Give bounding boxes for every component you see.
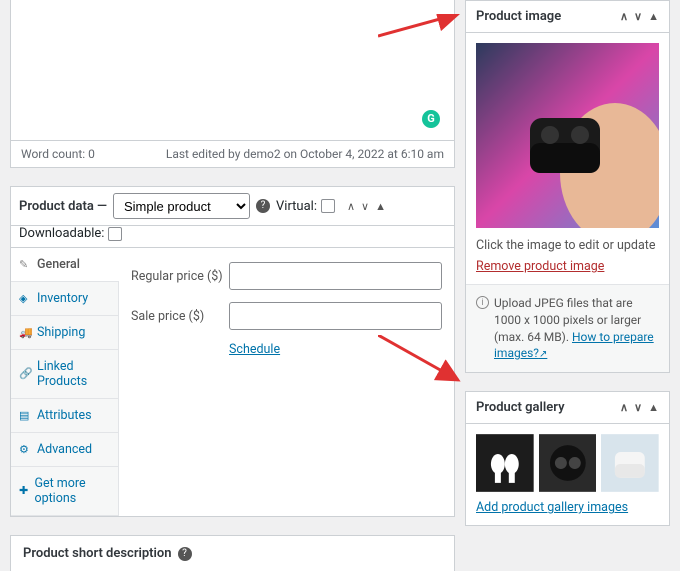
tab-general[interactable]: ✎General xyxy=(11,248,119,282)
toggle-panel-icon[interactable]: ▲ xyxy=(375,200,386,213)
tab-inventory[interactable]: ◈Inventory xyxy=(11,282,118,316)
product-image-preview[interactable] xyxy=(476,43,659,228)
description-editor[interactable]: G xyxy=(10,0,455,140)
wrench-icon: ✎ xyxy=(19,258,31,271)
inventory-icon: ◈ xyxy=(19,292,31,305)
sale-price-input[interactable] xyxy=(229,302,442,330)
toggle-panel-icon[interactable]: ▲ xyxy=(648,10,659,23)
word-count: Word count: 0 xyxy=(21,147,95,161)
tab-advanced[interactable]: ⚙Advanced xyxy=(11,433,118,467)
product-gallery-title: Product gallery xyxy=(476,400,565,415)
regular-price-label: Regular price ($) xyxy=(131,269,229,284)
gear-icon: ⚙ xyxy=(19,443,31,456)
product-type-select[interactable]: Simple product xyxy=(113,193,250,219)
move-up-icon[interactable]: ∧ xyxy=(620,10,628,23)
plus-icon: ✚ xyxy=(19,484,28,497)
tab-get-more[interactable]: ✚Get more options xyxy=(11,467,118,516)
info-icon: i xyxy=(476,296,489,309)
tab-linked-products[interactable]: 🔗Linked Products xyxy=(11,350,118,399)
move-down-icon[interactable]: ∨ xyxy=(634,401,642,414)
list-icon: ▤ xyxy=(19,409,31,422)
virtual-label: Virtual: xyxy=(276,199,317,214)
last-edited: Last edited by demo2 on October 4, 2022 … xyxy=(166,147,444,161)
product-image-panel: Product image ∧ ∨ ▲ Click the image to e… xyxy=(465,0,670,373)
sale-price-label: Sale price ($) xyxy=(131,309,229,324)
short-description-title: Product short description xyxy=(23,546,172,561)
downloadable-checkbox[interactable] xyxy=(108,227,122,241)
upload-note-text: Upload JPEG files that are 1000 x 1000 p… xyxy=(494,295,659,362)
product-image-title: Product image xyxy=(476,9,561,24)
gallery-thumb-3[interactable] xyxy=(601,434,659,492)
toggle-panel-icon[interactable]: ▲ xyxy=(648,401,659,414)
help-icon[interactable]: ? xyxy=(256,199,270,213)
click-to-edit-text: Click the image to edit or update xyxy=(476,238,659,253)
link-icon: 🔗 xyxy=(19,367,31,380)
product-data-label: Product data — xyxy=(19,199,107,214)
external-link-icon: ↗ xyxy=(539,349,547,360)
tab-shipping[interactable]: 🚚Shipping xyxy=(11,316,118,350)
help-icon[interactable]: ? xyxy=(178,547,192,561)
move-down-icon[interactable]: ∨ xyxy=(634,10,642,23)
remove-product-image-link[interactable]: Remove product image xyxy=(476,259,604,274)
editor-status-bar: Word count: 0 Last edited by demo2 on Oc… xyxy=(10,140,455,168)
regular-price-input[interactable] xyxy=(229,262,442,290)
gallery-thumb-1[interactable] xyxy=(476,434,534,492)
move-up-icon[interactable]: ∧ xyxy=(620,401,628,414)
move-down-icon[interactable]: ∨ xyxy=(361,200,369,213)
tab-attributes[interactable]: ▤Attributes xyxy=(11,399,118,433)
virtual-checkbox[interactable] xyxy=(321,199,335,213)
short-description-panel-head[interactable]: Product short description ? xyxy=(10,535,455,571)
product-data-panel: Product data — Simple product ? Virtual:… xyxy=(10,186,455,517)
add-gallery-images-link[interactable]: Add product gallery images xyxy=(476,500,659,515)
product-gallery-panel: Product gallery ∧ ∨ ▲ Add product galler… xyxy=(465,391,670,526)
downloadable-label: Downloadable: xyxy=(19,226,104,241)
truck-icon: 🚚 xyxy=(19,326,31,339)
gallery-thumb-2[interactable] xyxy=(539,434,597,492)
grammarly-icon[interactable]: G xyxy=(422,110,440,128)
move-up-icon[interactable]: ∧ xyxy=(347,200,355,213)
schedule-link[interactable]: Schedule xyxy=(229,342,442,357)
product-data-tabs: ✎General ◈Inventory 🚚Shipping 🔗Linked Pr… xyxy=(11,248,119,516)
